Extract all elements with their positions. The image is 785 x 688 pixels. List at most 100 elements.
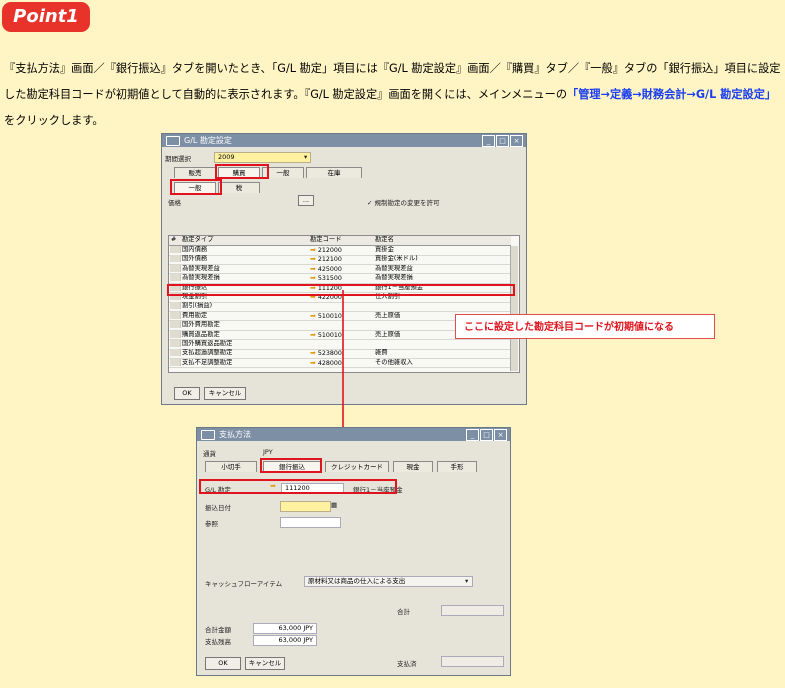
balance-due-field: 63,000 JPY: [253, 635, 317, 646]
payment-window: 支払方法 _ □ × 通貨 JPY 小切手 銀行振込 クレジットカード 現金 手形 …: [196, 427, 511, 676]
row-selector[interactable]: [170, 302, 181, 310]
grid-scrollbar[interactable]: [510, 246, 518, 371]
window-icon: [201, 430, 215, 440]
cancel-button[interactable]: キャンセル: [245, 657, 285, 670]
row-selector[interactable]: [170, 349, 181, 357]
account-name-cell: 買掛金(米ドル): [375, 255, 418, 263]
tab-check[interactable]: 小切手: [205, 461, 257, 472]
annotation-callout: ここに設定した勘定科目コードが初期値になる: [455, 314, 715, 339]
account-code-value: 212100: [317, 256, 342, 264]
tab-bill[interactable]: 手形: [437, 461, 477, 472]
account-type-cell: 国内債務: [182, 246, 208, 253]
row-selector[interactable]: [170, 274, 181, 282]
row-selector[interactable]: [170, 246, 181, 253]
table-row[interactable]: 国内債務 ➡ 212000 買掛金: [169, 246, 511, 256]
row-selector[interactable]: [170, 340, 181, 347]
account-name-cell: 雑費: [375, 349, 388, 357]
calendar-icon[interactable]: ▦: [331, 501, 337, 509]
highlight-gl-account: [199, 479, 397, 494]
balance-due-label: 支払残高: [205, 638, 231, 646]
account-type-cell: 為替実現差益: [182, 264, 220, 272]
account-code-cell[interactable]: ➡ 212100: [310, 255, 372, 265]
col-number: #: [171, 236, 177, 243]
period-select[interactable]: 2009: [214, 152, 311, 163]
minimize-icon[interactable]: _: [482, 135, 495, 147]
gl-window-title: G/L 勘定設定: [184, 136, 232, 145]
row-selector[interactable]: [170, 330, 181, 338]
row-selector[interactable]: [170, 321, 181, 329]
link-arrow-icon[interactable]: ➡: [310, 246, 316, 254]
transfer-date-input[interactable]: [280, 501, 331, 512]
tab-cash[interactable]: 現金: [393, 461, 433, 472]
account-type-cell: 割引(損益): [182, 302, 213, 310]
col-account-name: 勘定名: [375, 236, 394, 243]
reference-label: 参照: [205, 520, 218, 528]
menu-path-link: 「管理→定義→財務会計→G/L 勘定設定」: [567, 88, 777, 101]
subtotal-label: 合計: [397, 608, 410, 616]
account-type-cell: 国外購買返品勘定: [182, 340, 233, 347]
row-selector[interactable]: [170, 264, 181, 272]
maximize-icon[interactable]: □: [480, 429, 493, 441]
tab-inventory[interactable]: 在庫: [306, 167, 362, 178]
subtab-tax[interactable]: 税: [218, 182, 260, 193]
period-label: 期間選択: [165, 155, 191, 163]
account-type-cell: 為替実現差損: [182, 274, 220, 282]
allow-change-checkbox[interactable]: ✓ 規制勘定の変更を許可: [367, 197, 440, 207]
filter-browse-button[interactable]: ...: [298, 195, 314, 206]
close-icon[interactable]: ×: [494, 429, 507, 441]
account-type-cell: 国外債務: [182, 255, 208, 263]
col-account-code: 勘定コード: [310, 236, 342, 243]
row-selector[interactable]: [170, 255, 181, 263]
tab-sales[interactable]: 販売: [174, 167, 216, 178]
gl-window-titlebar[interactable]: G/L 勘定設定 _ □ ×: [162, 134, 526, 147]
point-badge: Point1: [2, 2, 90, 32]
minimize-icon[interactable]: _: [466, 429, 479, 441]
account-code-cell[interactable]: ➡ 212000: [310, 246, 372, 256]
currency-label: 通貨: [203, 450, 216, 458]
row-selector[interactable]: [170, 311, 181, 319]
link-arrow-icon[interactable]: ➡: [310, 255, 316, 263]
cashflow-select[interactable]: 原材料又は商品の仕入による支出: [304, 576, 473, 587]
paid-field: [441, 656, 504, 667]
reference-input[interactable]: [280, 517, 341, 528]
filter-label: 価格: [168, 199, 181, 207]
row-selector[interactable]: [170, 358, 181, 366]
chevron-down-icon[interactable]: ▾: [304, 153, 307, 161]
close-icon[interactable]: ×: [510, 135, 523, 147]
link-arrow-icon[interactable]: ➡: [310, 265, 316, 273]
account-code-cell[interactable]: ➡ 531500: [310, 274, 372, 284]
total-label: 合計金額: [205, 626, 231, 634]
account-code-value: 425000: [317, 265, 342, 273]
table-row[interactable]: 為替実現差益 ➡ 425000 為替実現差益: [169, 264, 511, 275]
highlight-bank-transfer-tab: [260, 458, 322, 473]
account-name-cell: 為替実現差損: [375, 274, 413, 282]
account-type-cell: 購買返品勘定: [182, 330, 220, 338]
table-row[interactable]: 為替実現差損 ➡ 531500 為替実現差損: [169, 274, 511, 284]
payment-window-title: 支払方法: [219, 430, 251, 439]
grid-header: # 勘定タイプ 勘定コード 勘定名: [169, 236, 511, 246]
ok-button[interactable]: OK: [205, 657, 241, 670]
link-arrow-icon[interactable]: ➡: [310, 349, 316, 357]
tab-credit-card[interactable]: クレジットカード: [325, 461, 389, 472]
account-type-cell: 支払不足調整勘定: [182, 358, 233, 366]
cancel-button[interactable]: キャンセル: [204, 387, 246, 400]
payment-window-titlebar[interactable]: 支払方法 _ □ ×: [197, 428, 510, 441]
account-name-cell: 為替実現差益: [375, 264, 413, 272]
ok-button[interactable]: OK: [174, 387, 200, 400]
table-row[interactable]: 国外債務 ➡ 212100 買掛金(米ドル): [169, 255, 511, 265]
link-arrow-icon[interactable]: ➡: [310, 274, 316, 282]
account-type-cell: 支払超過調整勘定: [182, 349, 233, 357]
paid-label: 支払済: [397, 660, 417, 668]
link-arrow-icon[interactable]: ➡: [310, 312, 316, 320]
account-name-cell: その他雑収入: [375, 358, 413, 366]
maximize-icon[interactable]: □: [496, 135, 509, 147]
cashflow-label: キャッシュフローアイテム: [205, 580, 283, 588]
currency-value: JPY: [263, 448, 273, 456]
account-code-cell[interactable]: ➡ 425000: [310, 265, 372, 275]
chevron-down-icon[interactable]: ▾: [465, 577, 468, 585]
account-name-cell: 買掛金: [375, 246, 394, 253]
account-code-value: 531500: [317, 275, 342, 283]
link-arrow-icon[interactable]: ➡: [310, 331, 316, 339]
transfer-date-label: 振込日付: [205, 504, 231, 512]
link-arrow-icon[interactable]: ➡: [310, 359, 316, 367]
